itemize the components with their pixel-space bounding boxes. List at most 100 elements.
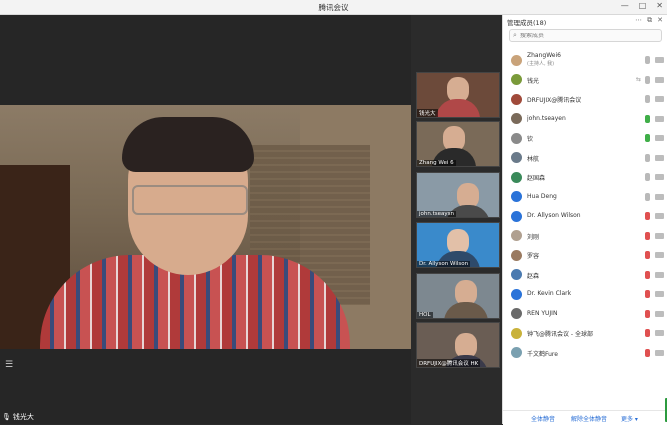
member-search[interactable]: ⌕ — [509, 29, 662, 42]
member-name: DRFUJIX@腾讯会议 — [527, 97, 582, 104]
mic-icon[interactable] — [645, 95, 650, 103]
window-controls: — □ ✕ — [621, 1, 663, 10]
member-name: REN YUJIN — [527, 309, 558, 317]
camera-icon[interactable] — [655, 154, 664, 161]
camera-icon[interactable] — [655, 232, 664, 239]
main-stage: ☰ 🎙 钱光大 — [0, 15, 411, 424]
mic-icon[interactable] — [645, 192, 650, 201]
camera-icon[interactable] — [655, 115, 664, 122]
member-name: ZhangWei6 — [527, 52, 561, 59]
avatar — [511, 269, 522, 280]
avatar — [511, 308, 522, 319]
close-button[interactable]: ✕ — [656, 1, 663, 10]
avatar — [511, 152, 522, 163]
camera-icon[interactable] — [655, 96, 664, 102]
thumbnail-video[interactable]: Zhang Wei 6 — [416, 121, 500, 167]
avatar — [511, 93, 522, 105]
participant-body — [436, 99, 480, 117]
thumbnail-video[interactable]: john.tseaysn — [416, 172, 500, 218]
camera-icon[interactable] — [655, 213, 664, 219]
unmute-all-button[interactable]: 解除全体静音 — [571, 414, 607, 423]
avatar — [511, 249, 522, 261]
mic-icon[interactable] — [645, 231, 650, 240]
avatar — [511, 191, 522, 202]
avatar — [511, 327, 522, 339]
member-name: Hua Deng — [527, 192, 557, 200]
mic-icon[interactable] — [645, 309, 650, 318]
avatar — [511, 288, 522, 300]
member-row[interactable]: DRFUJIX@腾讯会议 — [503, 90, 667, 108]
list-icon[interactable]: ☰ — [5, 360, 15, 370]
member-row[interactable]: 赵森 — [503, 266, 667, 284]
member-row[interactable]: Dr. Allyson Wilson — [503, 207, 667, 225]
close-icon[interactable]: ✕ — [657, 16, 663, 25]
member-role: (主持人, 我) — [527, 61, 555, 67]
camera-icon[interactable] — [655, 193, 664, 200]
popout-icon[interactable]: ⧉ — [647, 16, 652, 25]
mic-icon[interactable] — [645, 173, 650, 181]
minimize-button[interactable]: — — [621, 1, 629, 10]
thumbnail-video[interactable]: DRFUJIX@腾讯会议 HK — [416, 322, 500, 368]
maximize-button[interactable]: □ — [639, 1, 647, 10]
mic-icon[interactable] — [645, 56, 650, 64]
member-row[interactable]: john.tseayen — [503, 110, 667, 128]
thumbnail-video[interactable]: 钱光大 — [416, 72, 500, 118]
avatar — [511, 132, 522, 144]
member-row[interactable]: 千文鹤Fure — [503, 344, 667, 362]
main-speaker-video[interactable] — [0, 105, 411, 349]
mic-icon[interactable] — [645, 251, 650, 259]
member-row[interactable]: 赵国森 — [503, 168, 667, 186]
mic-icon[interactable] — [645, 348, 650, 357]
camera-icon[interactable] — [655, 349, 664, 356]
member-row[interactable]: 罗容 — [503, 246, 667, 264]
thumbnail-label: john.tseaysn — [417, 211, 456, 217]
mic-icon[interactable] — [645, 290, 650, 298]
speaker-glasses — [132, 185, 248, 215]
member-name: 钟飞@腾讯会议 - 全球部 — [527, 331, 593, 338]
mic-icon[interactable] — [645, 75, 650, 84]
camera-icon[interactable] — [655, 174, 664, 180]
mic-icon[interactable] — [645, 212, 650, 220]
camera-icon[interactable] — [655, 135, 664, 141]
member-row[interactable]: 林航 — [503, 149, 667, 167]
mute-all-button[interactable]: 全体静音 — [531, 414, 555, 423]
mic-icon[interactable] — [645, 114, 650, 123]
member-name: 林航 — [527, 155, 540, 163]
thumbnail-video[interactable]: HOL — [416, 273, 500, 319]
mic-icon[interactable] — [645, 153, 650, 162]
mic-icon[interactable] — [645, 329, 650, 337]
avatar — [511, 210, 522, 222]
member-row[interactable]: 钟飞@腾讯会议 - 全球部 — [503, 324, 667, 342]
members-panel: 管理成员(18) ⋯ ⧉ ✕ ⌕ ZhangWei6 (主持人, 我) 钱光 ⇆ DRF… — [502, 15, 667, 425]
camera-icon[interactable] — [655, 252, 664, 258]
member-name: 赵国森 — [527, 175, 546, 182]
member-row[interactable]: 钦 — [503, 129, 667, 147]
member-row[interactable]: Hua Deng — [503, 188, 667, 206]
more-icon[interactable]: ⋯ — [635, 16, 642, 25]
member-row[interactable]: 刘刚 — [503, 227, 667, 245]
camera-icon[interactable] — [655, 76, 664, 83]
more-button[interactable]: 更多 ▾ — [621, 414, 638, 423]
member-row[interactable]: REN YUJIN — [503, 305, 667, 323]
mic-icon[interactable] — [645, 270, 650, 279]
avatar — [511, 74, 522, 85]
member-row[interactable]: 钱光 ⇆ — [503, 71, 667, 89]
camera-icon[interactable] — [655, 57, 664, 63]
member-row[interactable]: ZhangWei6 (主持人, 我) — [503, 51, 667, 69]
camera-icon[interactable] — [655, 310, 664, 317]
camera-icon[interactable] — [655, 271, 664, 278]
main-speaker-label: 🎙 钱光大 — [2, 412, 34, 422]
participant-body — [444, 302, 488, 318]
mic-icon[interactable] — [645, 134, 650, 142]
member-name: Dr. Allyson Wilson — [527, 212, 581, 219]
avatar — [511, 113, 522, 124]
title-bar: 腾讯会议 — □ ✕ — [0, 0, 667, 15]
share-icon[interactable]: ⇆ — [636, 76, 641, 83]
camera-icon[interactable] — [655, 330, 664, 336]
member-row[interactable]: Dr. Kevin Clark — [503, 285, 667, 303]
panel-title: 管理成员(18) — [507, 19, 547, 27]
camera-icon[interactable] — [655, 291, 664, 297]
thumbnail-label: HOL — [417, 312, 433, 318]
search-input[interactable] — [520, 32, 650, 39]
thumbnail-video[interactable]: Dr. Allyson Wilson — [416, 222, 500, 268]
